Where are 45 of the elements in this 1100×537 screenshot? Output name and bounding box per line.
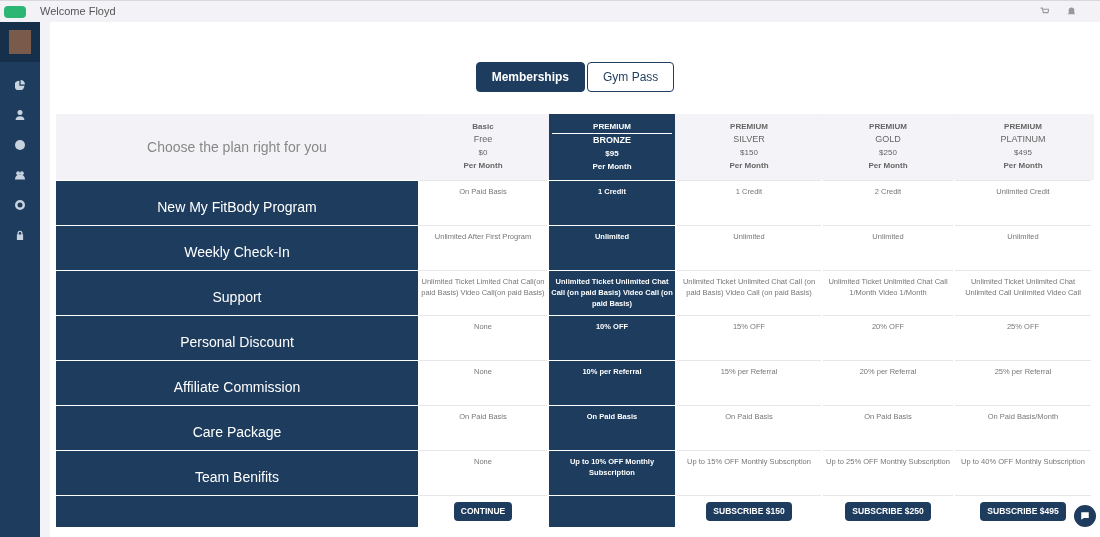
plan-name: BRONZE (593, 134, 631, 147)
welcome-text: Welcome Floyd (40, 4, 116, 20)
feature-name-cell: Affiliate Commission (56, 360, 418, 405)
plan-tab[interactable]: Memberships (475, 62, 585, 92)
plan-tier-label: PREMIUM (730, 121, 768, 133)
feature-name-cell: Team Benifits (56, 450, 418, 495)
plan-action-button[interactable]: CONTINUE (453, 502, 513, 521)
feature-name-cell: Personal Discount (56, 315, 418, 360)
plan-period: Per Month (868, 160, 908, 172)
plan-action-button[interactable]: SUBSCRIBE $150 (706, 502, 792, 521)
feature-name-cell: New My FitBody Program (56, 180, 418, 225)
plan-period: Per Month (1003, 160, 1043, 172)
plan-name: GOLD (875, 133, 901, 146)
user-icon[interactable] (15, 110, 25, 120)
plan-price: $95 (605, 148, 619, 160)
plan-action-button[interactable]: SUBSCRIBE $495 (980, 502, 1066, 521)
plan-price: $0 (478, 147, 488, 159)
plan-tier-label: Basic (472, 121, 494, 133)
users-icon[interactable] (15, 170, 25, 180)
plan-price: $250 (879, 147, 897, 159)
plan-period: Per Month (592, 161, 632, 173)
plan-intro-text: Choose the plan right for you (147, 137, 327, 157)
plan-period: Per Month (463, 160, 503, 172)
feature-name-cell: Care Package (56, 405, 418, 450)
plan-name: SILVER (733, 133, 765, 146)
chat-button[interactable] (1074, 505, 1096, 527)
pie-chart-icon[interactable] (15, 80, 25, 90)
bell-icon[interactable] (1067, 7, 1076, 16)
feature-name-cell: Weekly Check-In (56, 225, 418, 270)
plan-action-button[interactable]: SUBSCRIBE $250 (845, 502, 931, 521)
cart-icon[interactable] (1040, 7, 1049, 16)
logo-photo-placeholder (9, 30, 31, 54)
feature-name-cell: Support (56, 270, 418, 315)
plan-price: $150 (740, 147, 758, 159)
plan-tier-label: PREMIUM (869, 121, 907, 133)
lifebuoy-icon[interactable] (15, 200, 25, 210)
chat-icon (1080, 511, 1090, 521)
plan-tier-label: PREMIUM (552, 120, 672, 134)
lock-icon[interactable] (15, 230, 25, 240)
plan-price: $495 (1014, 147, 1032, 159)
plan-period: Per Month (729, 160, 769, 172)
plan-name: Free (473, 133, 493, 146)
plan-tier-label: PREMIUM (1004, 121, 1042, 133)
plan-name: PLATINUM (1000, 133, 1046, 146)
plan-tab[interactable]: Gym Pass (587, 62, 675, 92)
